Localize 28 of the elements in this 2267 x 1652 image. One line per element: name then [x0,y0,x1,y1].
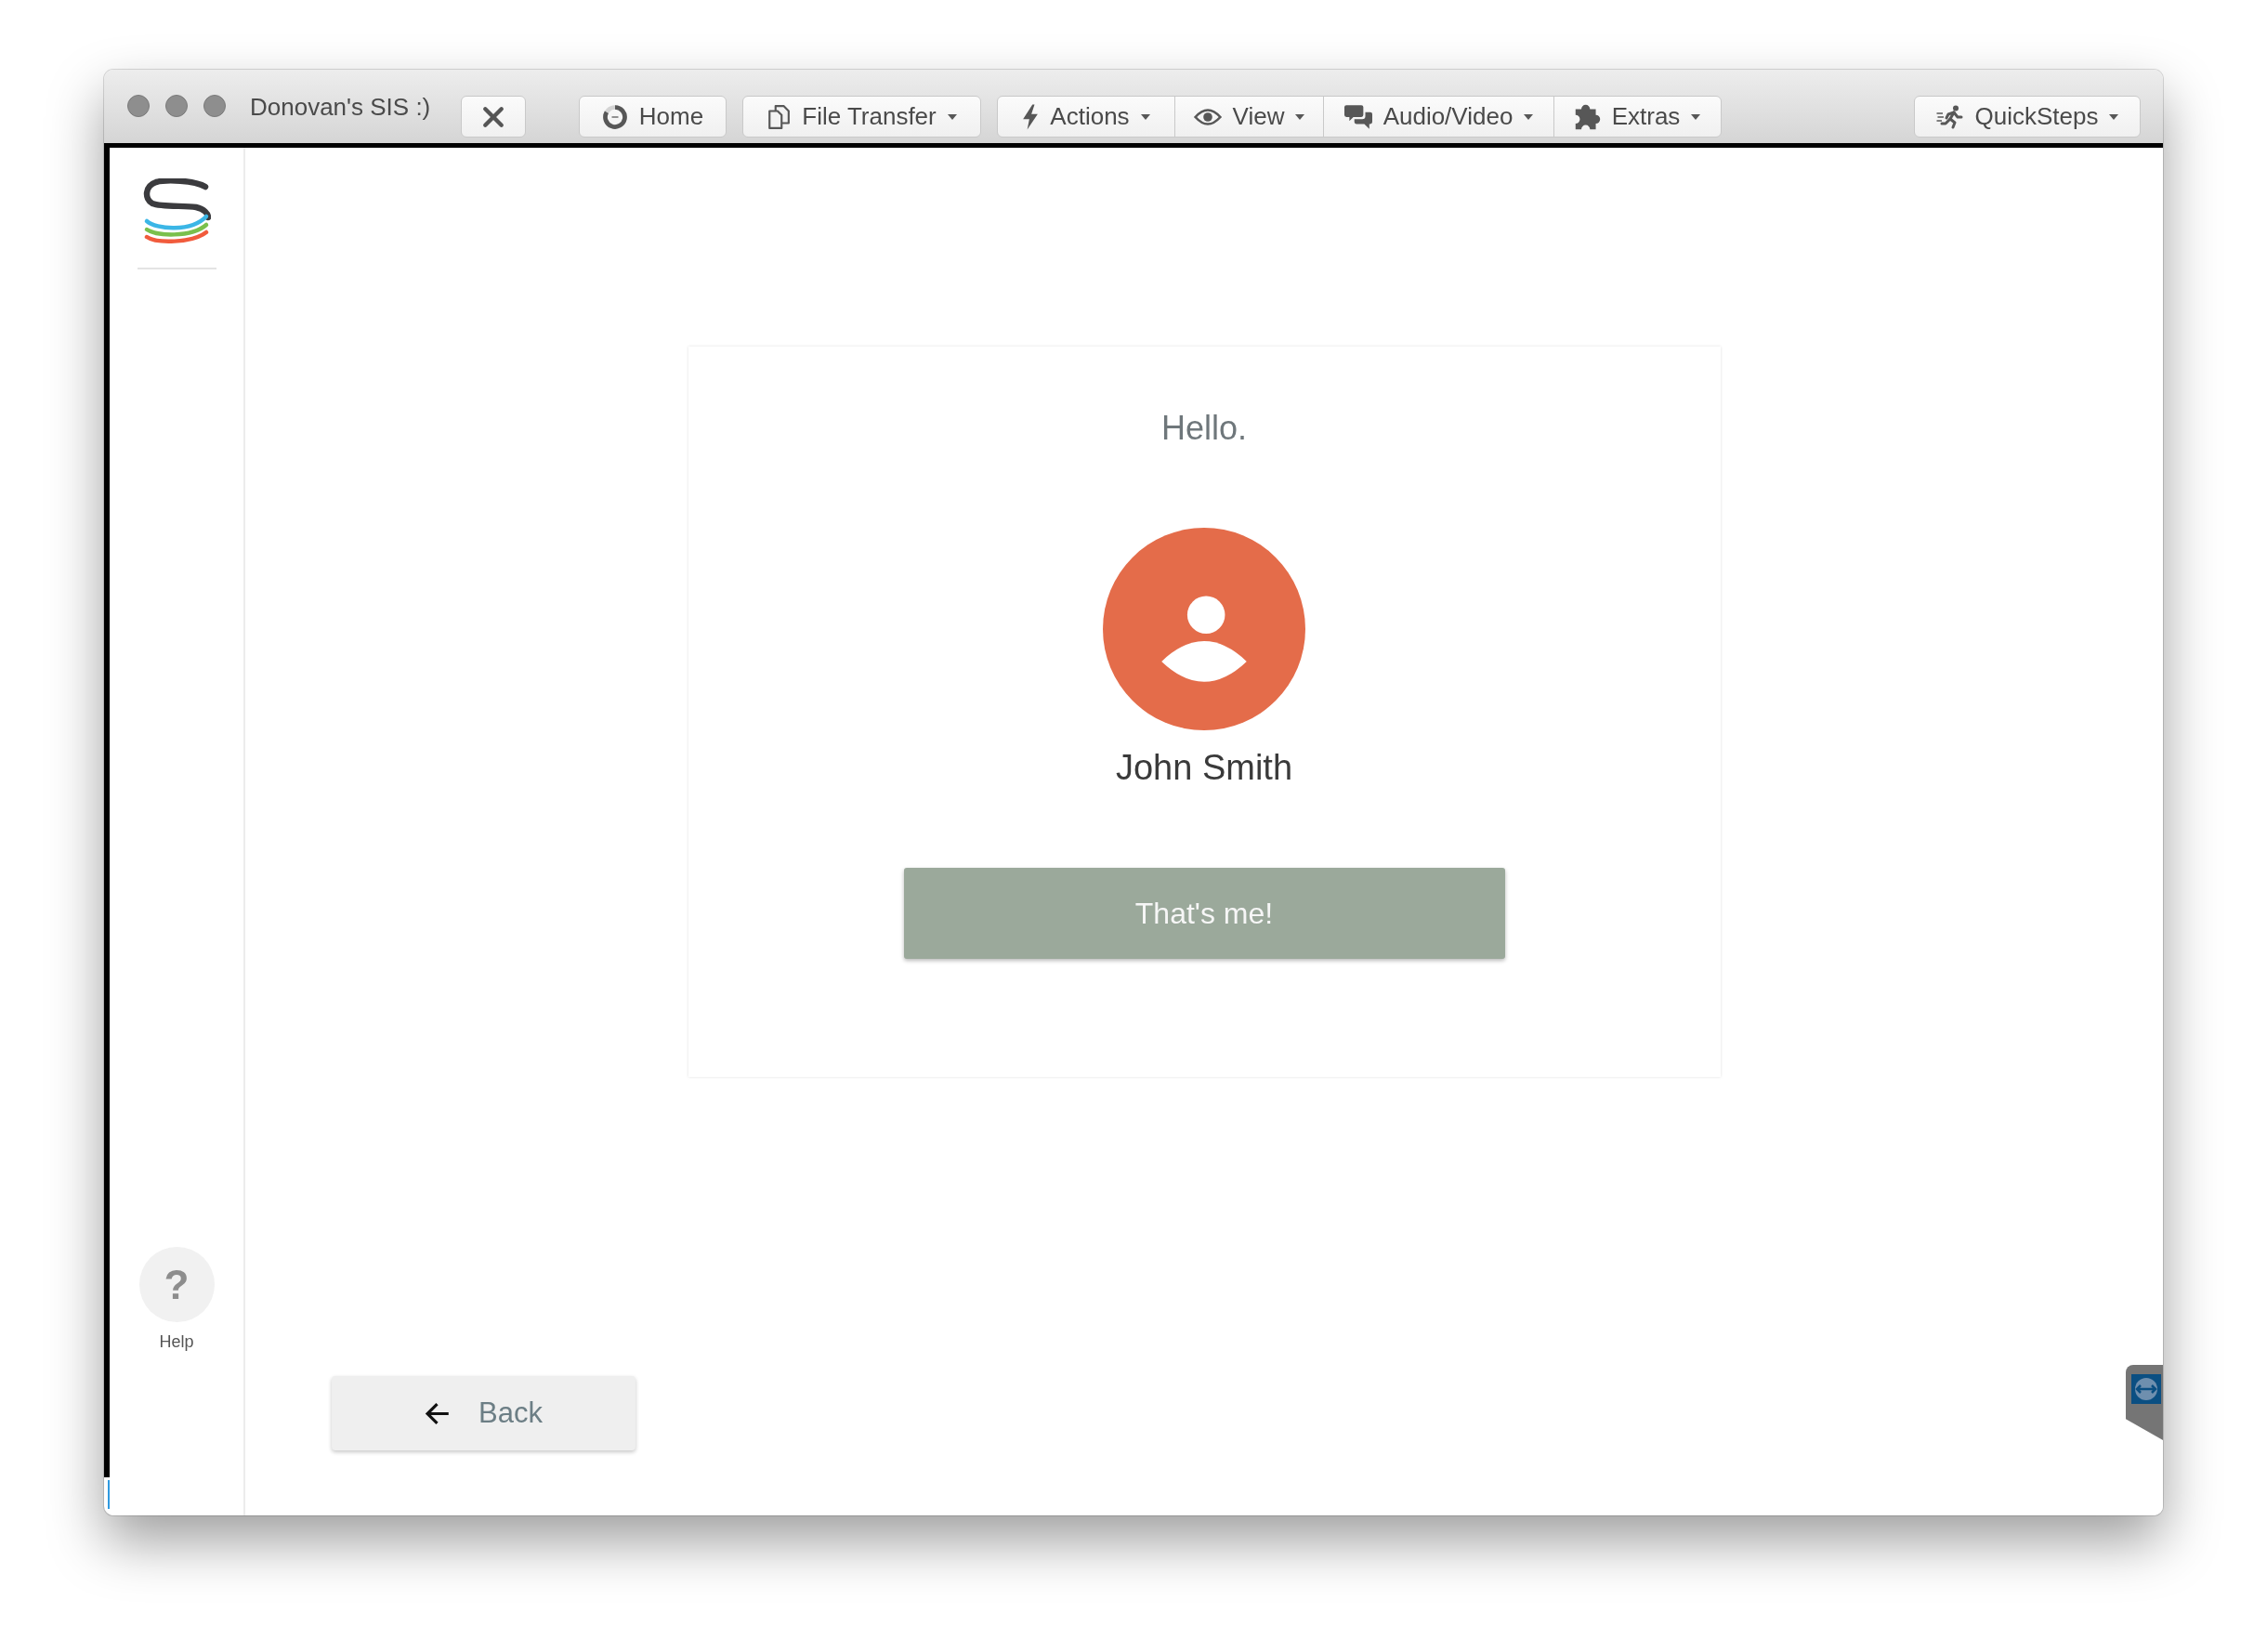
toolbar-button[interactable]: Actions [997,96,1175,138]
close-icon [482,105,505,128]
side-tab[interactable] [2126,1365,2163,1440]
close-button[interactable] [461,96,526,138]
back-arrow-icon [425,1401,451,1425]
toolbar-button[interactable]: Audio/Video [1323,96,1554,138]
toolbar-button[interactable]: Home [579,96,727,138]
avatar-icon [1103,528,1305,730]
window-control-button[interactable] [203,95,226,117]
user-name: John Smith [1115,747,1293,789]
toolbar-button[interactable]: Extras [1553,96,1722,138]
window-control-button[interactable] [165,95,188,117]
eye-icon [1193,107,1222,126]
documents-icon [767,103,792,130]
puzzle-icon [1574,103,1601,130]
running-figure-icon [1935,104,1964,129]
back-button[interactable]: Back [332,1376,636,1450]
chat-bubbles-icon [1343,103,1372,130]
help-label: Help [159,1331,194,1352]
cursor-line [108,1480,110,1509]
toolbar-button[interactable]: File Transfer [742,96,981,138]
lightning-icon [1022,103,1040,130]
ring-icon [601,103,628,130]
greeting-text: Hello. [1160,408,1247,449]
window-title: Donovan's SIS :) [250,93,432,121]
toolbar-button[interactable]: QuickSteps [1914,96,2141,138]
window-control-button[interactable] [127,95,150,117]
toolbar-button[interactable]: View [1174,96,1324,138]
